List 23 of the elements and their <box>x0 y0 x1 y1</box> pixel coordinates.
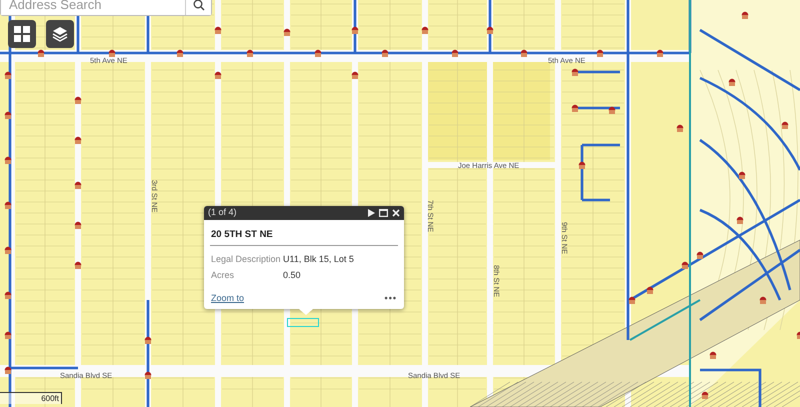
field-value: 0.50 <box>283 269 301 282</box>
field-value: U11, Blk 15, Lot 5 <box>283 253 354 266</box>
close-icon <box>392 209 400 217</box>
popup-counter: (1 of 4) <box>208 206 237 220</box>
close-button[interactable] <box>392 209 400 217</box>
field-label: Acres <box>211 269 236 282</box>
search-button[interactable] <box>185 0 211 15</box>
popup-title: 20 5TH ST NE <box>210 228 274 242</box>
scale-bar: 600ft <box>0 392 62 404</box>
maximize-button[interactable] <box>379 209 388 217</box>
field-label: Legal Description <box>211 253 282 266</box>
zoom-to-link[interactable]: Zoom to <box>211 292 244 305</box>
basemap-gallery-button[interactable] <box>8 20 36 48</box>
grid-icon <box>14 26 30 42</box>
maximize-icon <box>379 209 388 217</box>
more-menu[interactable]: ••• <box>384 292 397 305</box>
play-icon <box>368 209 375 217</box>
next-button[interactable] <box>368 209 375 217</box>
layers-button[interactable] <box>46 20 74 48</box>
layers-icon <box>52 26 68 42</box>
search-icon <box>192 0 204 11</box>
parcel-highlight <box>287 318 319 327</box>
address-search-field[interactable]: Address Search <box>0 0 212 16</box>
